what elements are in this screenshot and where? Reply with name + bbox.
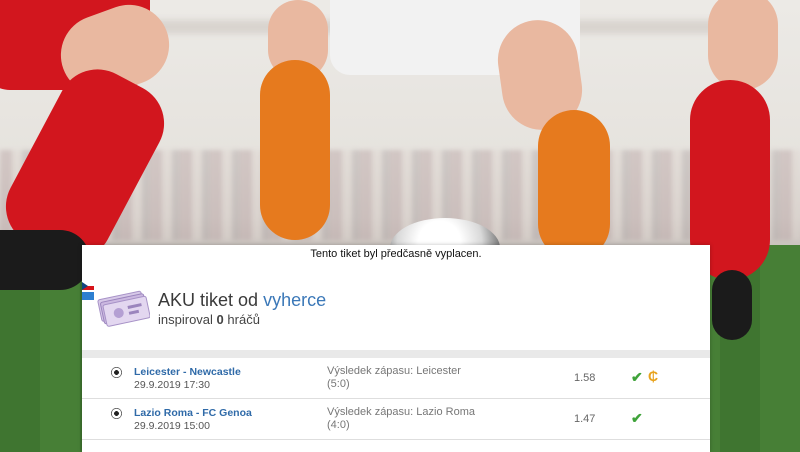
inspired-prefix: inspiroval xyxy=(158,312,213,327)
ticket-title: AKU tiket od vyherce xyxy=(158,289,326,311)
ticket-inspired: inspiroval 0 hráčů xyxy=(158,311,326,328)
ticket-author-link[interactable]: vyherce xyxy=(263,290,326,310)
bet-result-line2: (4:0) xyxy=(327,419,350,431)
section-divider xyxy=(82,350,710,358)
cashout-icon: ₵ xyxy=(648,368,659,384)
czech-flag-icon xyxy=(82,282,94,290)
match-link[interactable]: Lazio Roma - FC Genoa xyxy=(134,407,252,419)
football-icon xyxy=(111,367,122,378)
bet-result: Výsledek zápasu: Lazio Roma (4:0) xyxy=(327,406,475,432)
money-stack-icon xyxy=(97,290,150,327)
bet-result-line1: Výsledek zápasu: Leicester xyxy=(327,365,461,377)
inspired-count: 0 xyxy=(216,312,224,327)
match-date: 29.9.2019 15:00 xyxy=(134,420,210,432)
bet-odds: 1.58 xyxy=(574,372,596,384)
bet-odds: 1.47 xyxy=(574,413,596,425)
ticket-panel: Tento tiket byl předčasně vyplacen. AKU … xyxy=(82,245,710,452)
football-icon xyxy=(111,408,122,419)
bet-result: Výsledek zápasu: Leicester (5:0) xyxy=(327,365,461,391)
inspired-suffix: hráčů xyxy=(227,312,260,327)
ticket-header: AKU tiket od vyherce inspiroval 0 hráčů xyxy=(158,289,326,328)
bet-result-line2: (5:0) xyxy=(327,378,350,390)
match-link[interactable]: Leicester - Newcastle xyxy=(134,366,241,378)
ticket-title-prefix: AKU tiket od xyxy=(158,290,259,310)
bet-row: Lazio Roma - FC Genoa 29.9.2019 15:00 Vý… xyxy=(82,399,710,440)
check-icon: ✔ xyxy=(631,369,643,385)
check-icon: ✔ xyxy=(631,410,643,426)
match-date: 29.9.2019 17:30 xyxy=(134,379,210,391)
flag-icon xyxy=(82,292,94,300)
payout-notice: Tento tiket byl předčasně vyplacen. xyxy=(310,248,482,260)
bet-row: Leicester - Newcastle 29.9.2019 17:30 Vý… xyxy=(82,358,710,399)
bet-result-line1: Výsledek zápasu: Lazio Roma xyxy=(327,406,475,418)
